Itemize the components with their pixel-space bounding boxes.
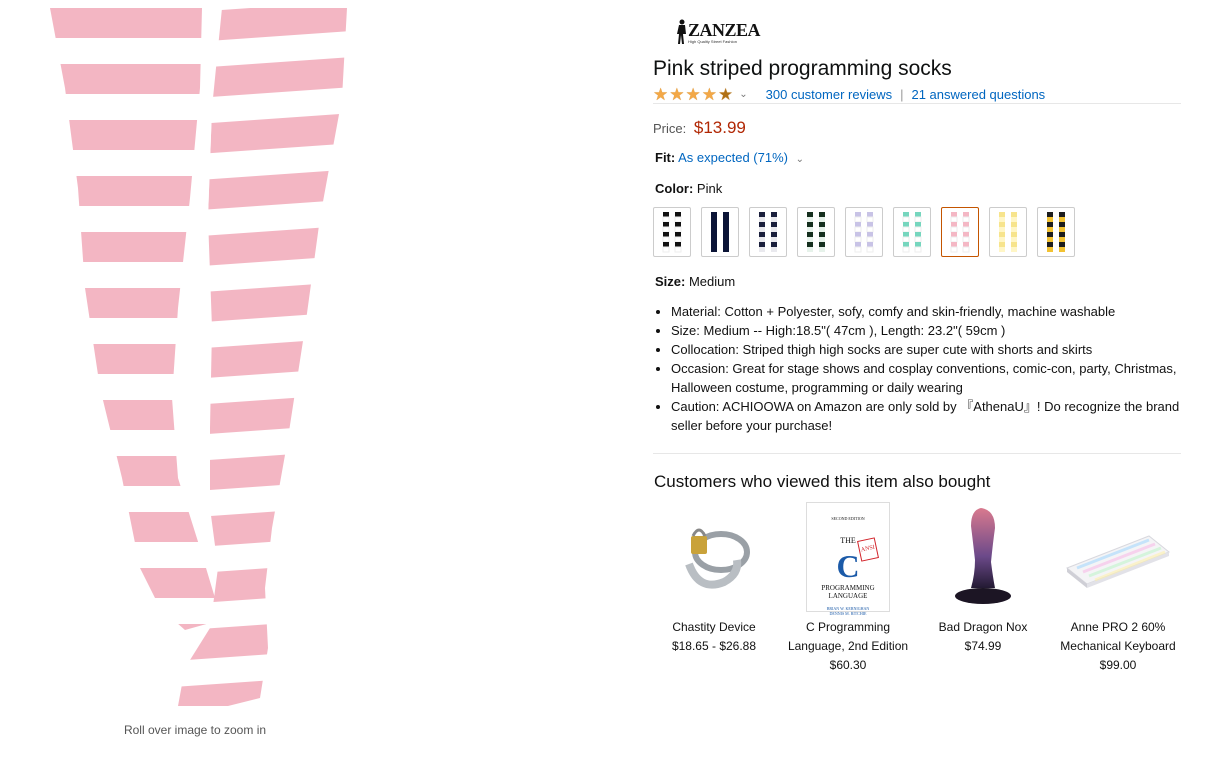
price-value: $13.99 xyxy=(693,118,746,137)
fit-label: Fit: xyxy=(655,150,676,165)
color-swatch[interactable] xyxy=(701,207,739,257)
feature-bullets: Material: Cotton + Polyester, sofy, comf… xyxy=(655,302,1201,435)
questions-link[interactable]: 21 answered questions xyxy=(911,87,1045,102)
chevron-down-icon[interactable]: ⌄ xyxy=(796,154,804,165)
main-product-image[interactable] xyxy=(50,8,350,706)
sock-thumbnail xyxy=(662,212,682,253)
separator: | xyxy=(900,86,904,102)
zoom-hint: Roll over image to zoom in xyxy=(123,723,267,737)
price-row: Price: $13.99 xyxy=(653,118,746,138)
striped-socks-image xyxy=(50,8,347,706)
chastity-device-image xyxy=(685,528,750,589)
rec-price: $74.99 xyxy=(964,639,1002,653)
color-swatch[interactable] xyxy=(749,207,787,257)
color-swatches xyxy=(653,207,1075,257)
feature-bullet: Occasion: Great for stage shows and cosp… xyxy=(671,359,1201,397)
rec-item-chastity-device[interactable]: Chastity Device $18.65 - $26.88 xyxy=(649,502,779,656)
rec-item-anne-pro-keyboard[interactable]: Anne PRO 2 60% Mechanical Keyboard $99.0… xyxy=(1053,502,1183,675)
figurine-image xyxy=(955,508,1011,604)
book-title: PROGRAMMING LANGUAGE xyxy=(821,584,875,600)
also-bought-title: Customers who viewed this item also boug… xyxy=(654,472,991,491)
fit-value-link[interactable]: As expected (71%) xyxy=(678,150,788,165)
product-title: Pink striped programming socks xyxy=(653,57,952,80)
sock-thumbnail xyxy=(902,212,922,253)
star-full-icon: ★ xyxy=(653,84,669,104)
feature-bullet: Collocation: Striped thigh high socks ar… xyxy=(671,340,1201,359)
rec-price: $18.65 - $26.88 xyxy=(671,639,757,653)
color-swatch[interactable] xyxy=(1037,207,1075,257)
color-value: Pink xyxy=(696,181,723,196)
rec-price: $60.30 xyxy=(829,658,867,672)
feature-bullet: Material: Cotton + Polyester, sofy, comf… xyxy=(671,302,1201,321)
sock-thumbnail xyxy=(759,212,777,252)
rec-name[interactable]: C Programming Language, 2nd Edition xyxy=(783,618,913,656)
star-full-icon: ★ xyxy=(685,84,701,104)
star-full-icon: ★ xyxy=(669,84,685,104)
rec-name[interactable]: Anne PRO 2 60% Mechanical Keyboard xyxy=(1053,618,1183,656)
reviews-link[interactable]: 300 customer reviews xyxy=(766,87,892,102)
brand-name: ZANZEA xyxy=(688,20,761,40)
book-cover-image: SECOND EDITION THE C ANSI PROGRAMMING LA… xyxy=(806,502,890,616)
size-label: Size: xyxy=(655,274,686,289)
brand-tagline: High Quality Street Fashion xyxy=(688,39,737,44)
sock-thumbnail xyxy=(1047,212,1065,252)
color-swatch[interactable] xyxy=(893,207,931,257)
size-value: Medium xyxy=(688,274,736,289)
color-label: Color: xyxy=(655,181,694,196)
color-row: Color: Pink xyxy=(655,181,722,196)
rec-price: $99.00 xyxy=(1099,658,1137,672)
rec-thumbnail[interactable] xyxy=(928,502,1038,612)
rec-item-bad-dragon-nox[interactable]: Bad Dragon Nox $74.99 xyxy=(918,502,1048,656)
sock-thumbnail xyxy=(950,212,970,253)
divider xyxy=(653,103,1181,104)
rec-thumbnail[interactable]: SECOND EDITION THE C ANSI PROGRAMMING LA… xyxy=(793,502,903,616)
color-swatch[interactable] xyxy=(941,207,979,257)
rec-item-c-programming-book[interactable]: SECOND EDITION THE C ANSI PROGRAMMING LA… xyxy=(783,502,913,675)
color-swatch[interactable] xyxy=(653,207,691,257)
rating-row: ★ ★ ★ ★ ★ ⌄ 300 customer reviews | 21 an… xyxy=(653,85,1045,103)
sock-thumbnail xyxy=(999,212,1017,252)
star-half-icon: ★ xyxy=(718,84,734,104)
star-rating[interactable]: ★ ★ ★ ★ ★ xyxy=(653,86,733,103)
book-authors: BRIAN W. KERNIGHAN DENNIS M. RITCHIE xyxy=(826,606,870,616)
rec-name[interactable]: Chastity Device xyxy=(649,618,779,637)
price-label: Price: xyxy=(653,121,687,136)
book-edition: SECOND EDITION xyxy=(831,516,865,521)
rec-name[interactable]: Bad Dragon Nox xyxy=(918,618,1048,637)
sock-thumbnail xyxy=(807,212,825,252)
rec-thumbnail[interactable] xyxy=(1063,502,1173,612)
color-swatch[interactable] xyxy=(797,207,835,257)
size-row: Size: Medium xyxy=(655,274,735,289)
sock-thumbnail xyxy=(711,212,729,252)
star-full-icon: ★ xyxy=(701,84,717,104)
divider xyxy=(653,453,1181,454)
chevron-down-icon[interactable]: ⌄ xyxy=(739,89,747,100)
color-swatch[interactable] xyxy=(989,207,1027,257)
feature-bullet: Size: Medium -- High:18.5"( 47cm ), Leng… xyxy=(671,321,1201,340)
figure-icon xyxy=(677,19,686,44)
feature-bullet: Caution: ACHIOOWA on Amazon are only sol… xyxy=(671,397,1201,435)
brand-logo[interactable]: ZANZEA High Quality Street Fashion xyxy=(676,18,761,48)
rec-thumbnail[interactable] xyxy=(659,502,769,612)
keyboard-image xyxy=(1066,535,1170,588)
fit-row: Fit: As expected (71%) ⌄ xyxy=(655,150,804,165)
sock-thumbnail xyxy=(854,212,874,253)
color-swatch[interactable] xyxy=(845,207,883,257)
